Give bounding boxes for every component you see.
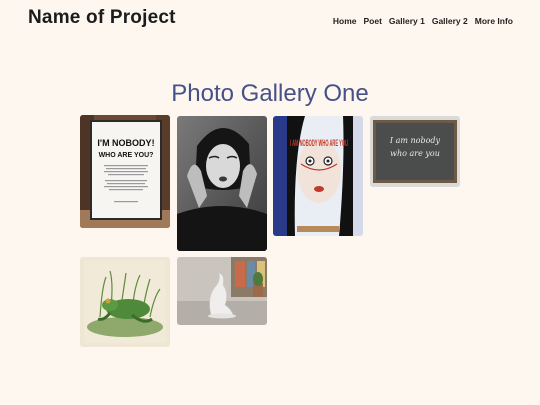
main-nav: Home Poet Gallery 1 Gallery 2 More Info [333, 16, 513, 26]
gallery-photo-frog[interactable] [80, 257, 170, 347]
nav-more-info[interactable]: More Info [475, 16, 513, 26]
gallery-photo-nobody-painting[interactable]: I AM NOBODY WHO ARE YOU [273, 116, 363, 236]
page-title: Photo Gallery One [171, 80, 369, 108]
gallery-photo-sculpture[interactable] [177, 257, 267, 325]
gallery-photo-nobody-poster[interactable]: I'M NOBODY! WHO ARE YOU? [80, 115, 170, 228]
gallery-photo-bw-portrait[interactable] [177, 116, 267, 251]
nav-gallery-2[interactable]: Gallery 2 [432, 16, 468, 26]
svg-text:I am nobody: I am nobody [389, 136, 441, 145]
painting-image: I AM NOBODY WHO ARE YOU [273, 116, 363, 236]
chalkboard-image: I am nobody who are you [370, 116, 460, 187]
nav-gallery-1[interactable]: Gallery 1 [389, 16, 425, 26]
gallery-photo-chalkboard[interactable]: I am nobody who are you [370, 116, 460, 187]
sculpture-image [177, 257, 267, 325]
poster-image: I'M NOBODY! WHO ARE YOU? [80, 115, 170, 228]
svg-text:WHO ARE YOU?: WHO ARE YOU? [99, 152, 154, 159]
frog-image [80, 257, 170, 347]
site-title[interactable]: Name of Project [28, 7, 176, 29]
svg-text:I'M NOBODY!: I'M NOBODY! [97, 138, 154, 148]
nav-poet[interactable]: Poet [363, 16, 381, 26]
svg-text:I AM NOBODY WHO ARE YOU: I AM NOBODY WHO ARE YOU [290, 138, 348, 148]
nav-home[interactable]: Home [333, 16, 357, 26]
portrait-image [177, 116, 267, 251]
svg-text:who are you: who are you [390, 149, 440, 158]
